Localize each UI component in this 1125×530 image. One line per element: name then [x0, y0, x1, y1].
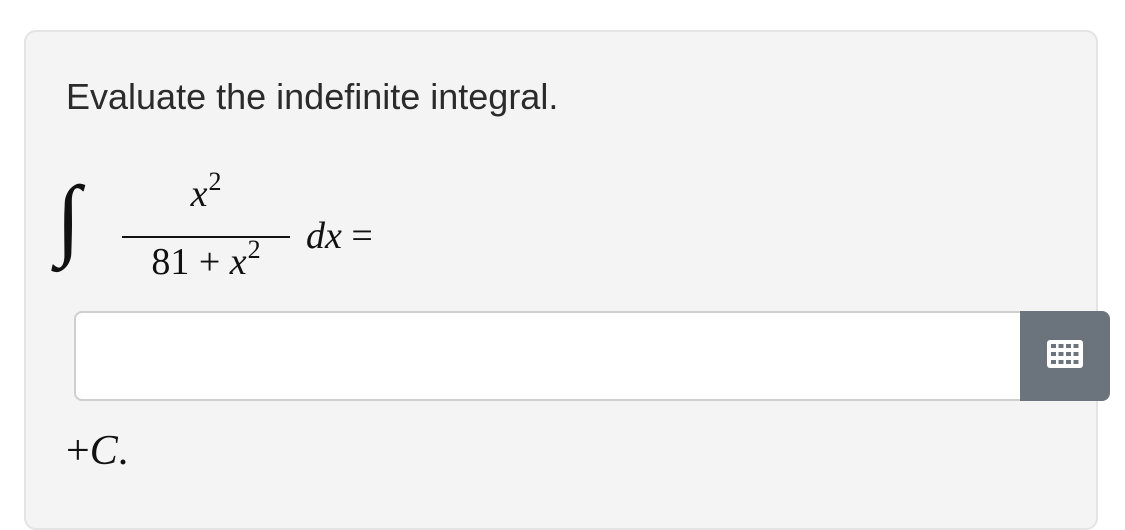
keypad-grid-icon — [1047, 339, 1083, 373]
question-card: Evaluate the indefinite integral. ∫ x2 8… — [24, 30, 1110, 530]
fraction-denominator: 81 + x2 — [122, 235, 290, 284]
numerator-exponent: 2 — [208, 167, 222, 196]
equals-sign: = — [341, 215, 373, 257]
plus-sign: + — [66, 428, 90, 474]
differential: dx — [306, 215, 342, 257]
numerator-variable: x — [190, 173, 208, 215]
denominator-exponent: 2 — [247, 235, 261, 264]
differential-equals: dx = — [306, 214, 373, 258]
plus-constant: +C. — [66, 427, 128, 475]
denominator-constant: 81 + — [151, 241, 230, 283]
answer-input[interactable] — [74, 311, 1020, 401]
fraction-bar — [122, 236, 290, 238]
denominator-variable: x — [229, 241, 247, 283]
integral-sign: ∫ — [56, 169, 81, 268]
question-prompt: Evaluate the indefinite integral. — [66, 76, 559, 117]
keypad-button[interactable] — [1020, 311, 1110, 401]
integrand-fraction: x2 81 + x2 — [122, 167, 290, 302]
answer-input-group — [74, 311, 1110, 401]
constant-c: C — [89, 428, 118, 474]
fraction-numerator: x2 — [122, 167, 290, 216]
period: . — [117, 428, 129, 474]
